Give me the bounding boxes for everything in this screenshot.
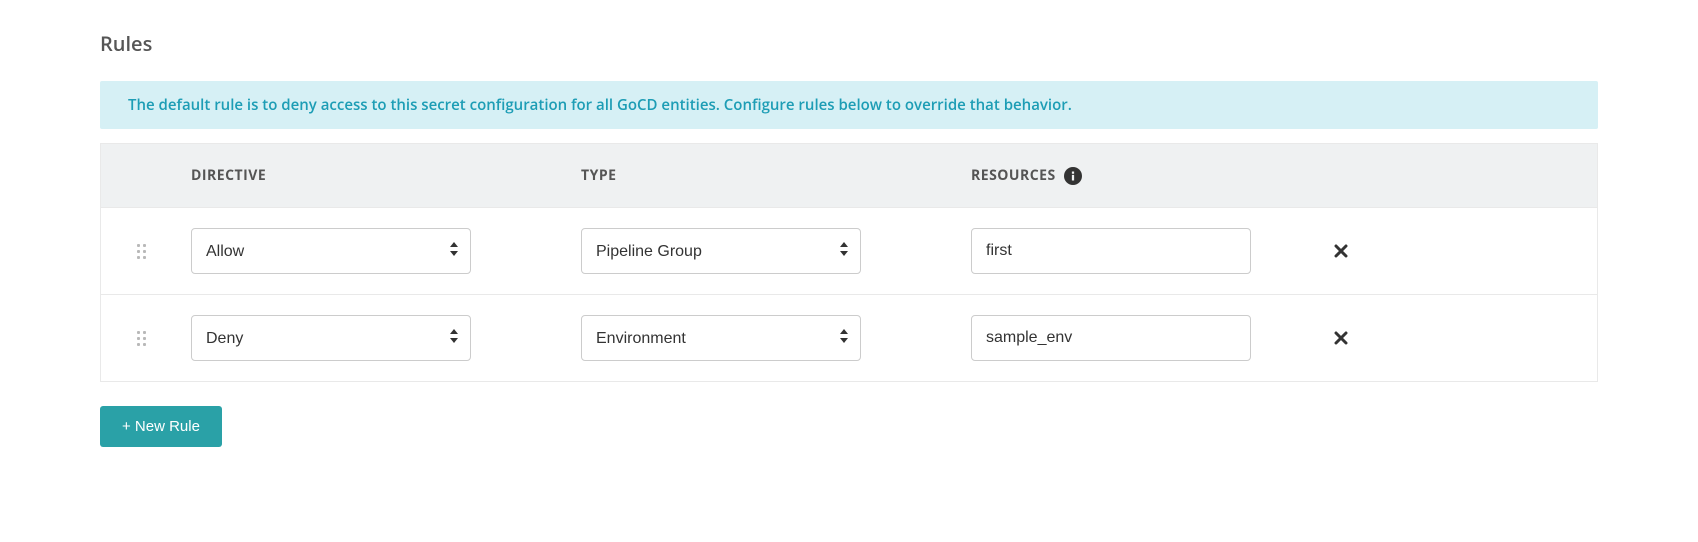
info-icon[interactable] [1064, 167, 1082, 185]
close-icon [1334, 331, 1348, 345]
resource-input[interactable] [971, 315, 1251, 361]
col-header-type: TYPE [571, 166, 961, 185]
info-banner: The default rule is to deny access to th… [100, 81, 1598, 129]
directive-select[interactable]: AllowDeny [191, 315, 471, 361]
section-title: Rules [100, 30, 1598, 57]
drag-handle-icon[interactable] [137, 331, 146, 346]
close-icon [1334, 244, 1348, 258]
type-select[interactable]: Pipeline GroupEnvironment [581, 315, 861, 361]
remove-rule-button[interactable] [1328, 238, 1354, 264]
resource-input[interactable] [971, 228, 1251, 274]
rules-table: DIRECTIVE TYPE RESOURCES [100, 143, 1598, 382]
directive-select[interactable]: AllowDeny [191, 228, 471, 274]
col-header-resources: RESOURCES [971, 166, 1056, 185]
rule-row: AllowDeny Pipeline GroupEnvironment [101, 294, 1597, 381]
col-header-directive: DIRECTIVE [181, 166, 571, 185]
rule-row: AllowDeny Pipeline GroupEnvironment [101, 207, 1597, 294]
remove-rule-button[interactable] [1328, 325, 1354, 351]
add-rule-button[interactable]: + New Rule [100, 406, 222, 447]
type-select[interactable]: Pipeline GroupEnvironment [581, 228, 861, 274]
drag-handle-icon[interactable] [137, 244, 146, 259]
rules-header: DIRECTIVE TYPE RESOURCES [101, 144, 1597, 207]
